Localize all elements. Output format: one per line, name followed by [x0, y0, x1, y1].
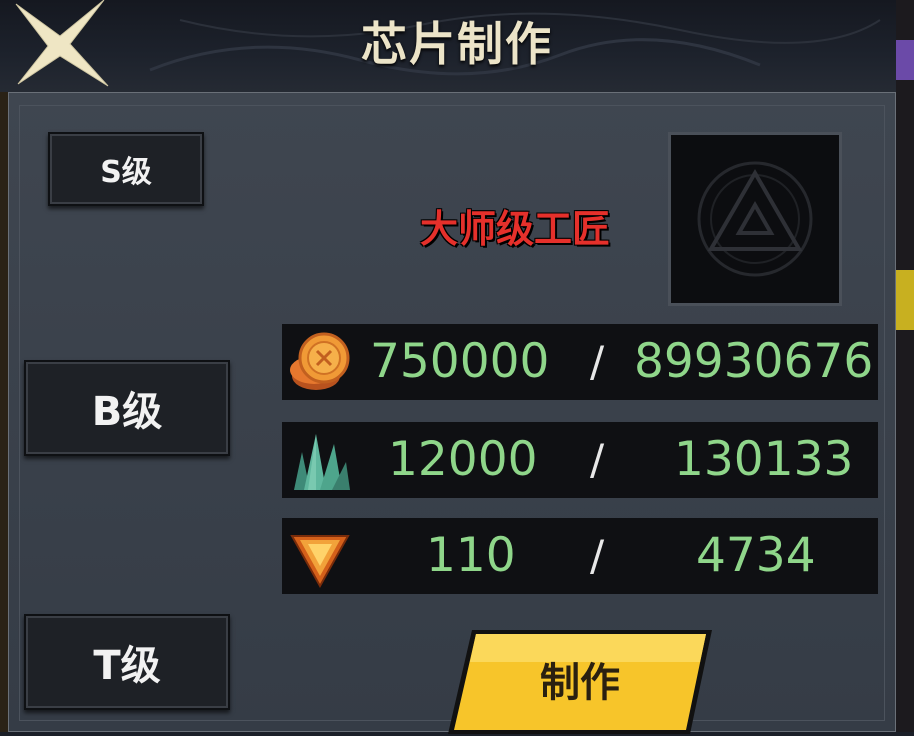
resource-row-gem: 110 / 4734 [282, 518, 878, 594]
tier-s-button[interactable]: S级 [48, 132, 204, 206]
close-icon[interactable] [8, 0, 118, 88]
gem-separator: / [590, 531, 605, 580]
crystal-required: 12000 [388, 432, 538, 487]
chip-placeholder-icon [697, 161, 813, 277]
gold-coin-icon [290, 332, 350, 390]
resource-row-crystal: 12000 / 130133 [282, 422, 878, 498]
page-title: 芯片制作 [361, 17, 553, 71]
gold-owned: 89930676 [634, 334, 874, 389]
tier-b-label: B级 [91, 389, 163, 435]
gem-owned: 4734 [696, 528, 816, 583]
resource-row-gold: 750000 / 89930676 [282, 324, 878, 400]
orange-gem-icon [290, 535, 350, 589]
chip-slot[interactable] [668, 132, 842, 306]
crystal-separator: / [590, 435, 605, 484]
gold-separator: / [590, 337, 605, 386]
green-crystal-icon [294, 434, 350, 490]
tier-t-label: T级 [93, 643, 161, 689]
tier-s-label: S级 [100, 155, 152, 190]
tier-b-button[interactable]: B级 [24, 360, 230, 456]
rank-label: 大师级工匠 [419, 207, 610, 251]
left-edge [0, 92, 8, 732]
right-edge [896, 0, 914, 732]
tier-t-button[interactable]: T级 [24, 614, 230, 710]
gold-required: 750000 [370, 334, 550, 389]
craft-button-label: 制作 [540, 660, 620, 706]
crystal-owned: 130133 [674, 432, 854, 487]
header-bar: 芯片制作 [0, 0, 914, 92]
gem-required: 110 [426, 528, 516, 583]
